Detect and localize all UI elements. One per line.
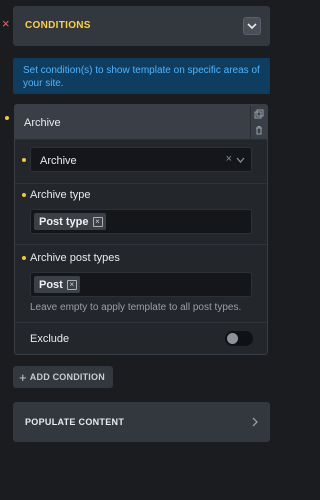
tag-remove-icon[interactable]: × bbox=[92, 216, 103, 227]
conditions-title: CONDITIONS bbox=[25, 20, 91, 31]
condition-card: Archive Archive × Archive type Post type… bbox=[14, 104, 268, 355]
select-value: Archive bbox=[40, 155, 77, 167]
condition-card-title: Archive bbox=[24, 117, 61, 129]
field-indicator-dot bbox=[22, 193, 26, 197]
conditions-header[interactable]: CONDITIONS bbox=[13, 6, 270, 46]
populate-content-section[interactable]: POPULATE CONTENT bbox=[13, 402, 270, 442]
divider bbox=[15, 244, 267, 245]
condition-card-header[interactable]: Archive bbox=[15, 105, 267, 140]
field-indicator-dot bbox=[22, 158, 26, 162]
duplicate-button[interactable] bbox=[251, 106, 266, 122]
collapse-button[interactable] bbox=[243, 17, 261, 35]
chevron-right-icon bbox=[252, 417, 258, 427]
tag-remove-icon[interactable]: × bbox=[66, 279, 77, 290]
field-indicator-dot bbox=[22, 256, 26, 260]
plus-icon: + bbox=[19, 369, 27, 385]
post-tag: Post × bbox=[34, 276, 80, 293]
chevron-down-icon bbox=[236, 157, 245, 163]
divider bbox=[15, 322, 267, 323]
exclude-label: Exclude bbox=[30, 333, 70, 345]
add-condition-label: ADD CONDITION bbox=[29, 372, 105, 382]
remove-condition-icon[interactable]: × bbox=[2, 17, 10, 31]
archive-type-tag: Post type × bbox=[34, 213, 106, 230]
divider bbox=[15, 183, 267, 184]
chevron-down-icon bbox=[247, 23, 257, 30]
archive-post-types-label: Archive post types bbox=[30, 252, 120, 264]
archive-type-label: Archive type bbox=[30, 189, 91, 201]
archive-post-types-input[interactable]: Post × bbox=[30, 272, 252, 297]
tag-label: Post type bbox=[39, 215, 89, 228]
condition-indicator-dot bbox=[5, 116, 9, 120]
populate-title: POPULATE CONTENT bbox=[25, 417, 125, 427]
toggle-knob bbox=[227, 333, 238, 344]
delete-button[interactable] bbox=[251, 122, 266, 138]
condition-card-actions bbox=[250, 106, 266, 139]
archive-type-input[interactable]: Post type × bbox=[30, 209, 252, 234]
conditions-info: Set condition(s) to show template on spe… bbox=[13, 58, 270, 94]
condition-type-select[interactable]: Archive × bbox=[30, 147, 252, 172]
exclude-toggle[interactable] bbox=[225, 331, 253, 346]
tag-label: Post bbox=[39, 278, 63, 291]
post-types-help: Leave empty to apply template to all pos… bbox=[30, 302, 242, 313]
clear-icon[interactable]: × bbox=[226, 153, 232, 165]
trash-icon bbox=[256, 126, 262, 135]
duplicate-icon bbox=[254, 109, 264, 119]
add-condition-button[interactable]: + ADD CONDITION bbox=[13, 366, 113, 388]
